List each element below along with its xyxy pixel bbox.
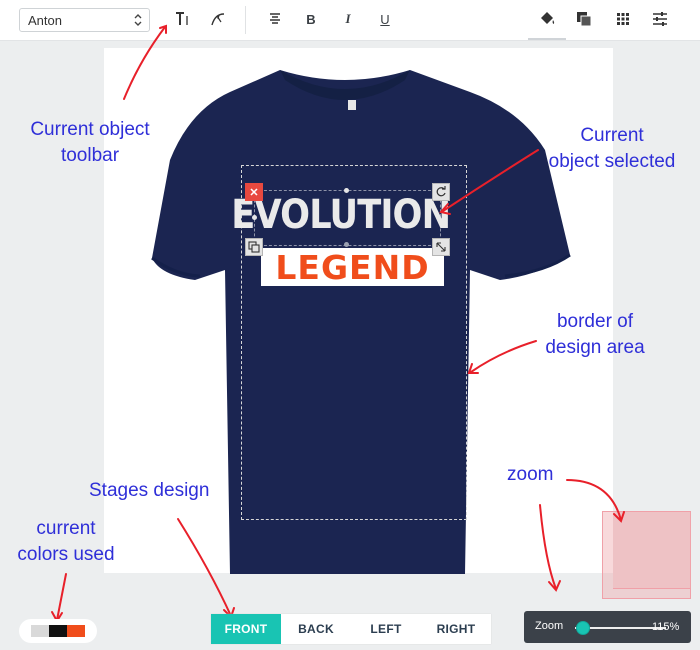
color-swatch[interactable] [67, 625, 85, 637]
tab-front[interactable]: FRONT [211, 614, 281, 644]
annotation-toolbar-line2: toolbar [60, 145, 120, 166]
annotation-toolbar-line1: Current object [30, 119, 150, 140]
design-text-line1[interactable]: EVOLUTION [231, 192, 451, 238]
color-swatch[interactable] [49, 625, 67, 637]
color-swatch[interactable] [31, 625, 49, 637]
stage-tabs: FRONT BACK LEFT RIGHT [211, 614, 491, 644]
annotation-colors-line1: current [36, 518, 96, 539]
zoom-control: Zoom 115% [524, 611, 691, 643]
rotate-icon [436, 186, 446, 197]
zoom-slider-knob[interactable] [576, 621, 590, 635]
annotation-border-line2: design area [545, 337, 645, 358]
design-text-line2[interactable]: LEGEND [261, 248, 444, 287]
annotation-selected-line2: object selected [548, 151, 676, 172]
zoom-preview[interactable] [602, 511, 691, 599]
tab-right[interactable]: RIGHT [421, 614, 491, 644]
annotation-selected-line1: Current [580, 125, 644, 146]
duplicate-handle[interactable] [245, 238, 263, 256]
annotation-toolbar: Current object toolbar [24, 117, 156, 169]
bottom-midpoint-handle[interactable] [344, 242, 349, 247]
zoom-label: Zoom [535, 620, 564, 632]
annotation-zoom: zoom [507, 464, 554, 485]
rotate-handle[interactable] [432, 183, 450, 201]
resize-handle[interactable] [432, 238, 450, 256]
colors-used-palette [19, 619, 97, 643]
annotation-stages: Stages design [89, 480, 210, 501]
resize-icon [436, 242, 446, 252]
annotation-colors-line2: colors used [17, 544, 115, 565]
tab-left[interactable]: LEFT [351, 614, 421, 644]
delete-handle[interactable]: ✕ [245, 183, 263, 201]
close-icon: ✕ [249, 186, 259, 199]
zoom-value: 115% [652, 621, 680, 633]
annotation-border-line1: border of [556, 311, 634, 332]
left-midpoint-handle[interactable] [252, 215, 257, 220]
tab-back[interactable]: BACK [281, 614, 351, 644]
annotation-border: border of design area [542, 309, 648, 361]
annotation-colors: current colors used [12, 516, 120, 568]
copy-icon [248, 241, 260, 253]
top-midpoint-handle[interactable] [344, 188, 349, 193]
annotation-selected: Current object selected [545, 123, 679, 175]
zoom-viewport[interactable] [613, 512, 691, 589]
